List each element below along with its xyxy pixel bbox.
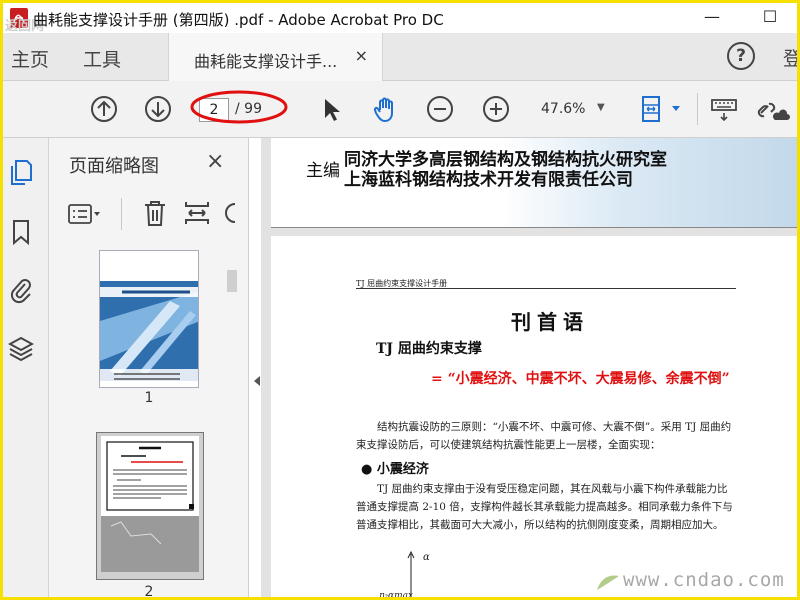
collapse-panel-icon[interactable] bbox=[253, 375, 261, 387]
insert-page-icon[interactable] bbox=[183, 198, 211, 228]
tab-home[interactable]: 主页 bbox=[11, 45, 49, 72]
layers-icon[interactable] bbox=[8, 334, 34, 362]
window-title: 曲耗能支撑设计手册 (第四版) .pdf - Adobe Acrobat Pro… bbox=[33, 11, 444, 29]
rotate-page-icon[interactable] bbox=[223, 200, 237, 226]
select-cursor-icon[interactable] bbox=[316, 94, 346, 124]
tab-bar: 主页 工具 曲耗能支撑设计手... × ? 登 bbox=[3, 33, 797, 81]
attachments-icon[interactable] bbox=[8, 276, 34, 304]
tab-tools[interactable]: 工具 bbox=[83, 45, 121, 72]
slogan: = “小震经济、中震不坏、大震易修、余震不倒” bbox=[431, 371, 730, 387]
document-view: 主编 同济大学多高层钢结构及钢结构抗火研究室 上海蓝科钢结构技术开发有限责任公司… bbox=[261, 138, 797, 600]
panel-divider bbox=[121, 198, 122, 230]
link-cloud-icon[interactable] bbox=[755, 94, 791, 124]
site-logo-icon bbox=[597, 575, 619, 590]
thumbnail-options-icon[interactable] bbox=[67, 202, 101, 226]
bullet-heading-text: 小震经济 bbox=[376, 462, 429, 477]
page-title: 刊首语 bbox=[511, 310, 589, 334]
graph-axis-label: α bbox=[423, 552, 430, 563]
left-icon-rail bbox=[3, 138, 49, 597]
help-button[interactable]: ? bbox=[727, 42, 755, 70]
sub-heading: TJ 屈曲约束支撑 bbox=[376, 341, 482, 357]
tab-document[interactable]: 曲耗能支撑设计手... × bbox=[168, 33, 383, 81]
header-rule bbox=[356, 288, 736, 289]
maximize-button[interactable]: ☐ bbox=[755, 7, 785, 29]
scrollbar-thumb[interactable] bbox=[227, 270, 237, 292]
thumbnail-page-number: 1 bbox=[144, 390, 154, 406]
page-2: TJ 屈曲约束支撑设计手册 刊首语 TJ 屈曲约束支撑 = “小震经济、中震不坏… bbox=[271, 236, 797, 600]
bullet-heading: ● 小震经济 bbox=[361, 458, 429, 477]
page-thumbnail-2-selected[interactable] bbox=[96, 432, 204, 580]
page-thumbnails-icon[interactable] bbox=[8, 158, 34, 186]
toolbar-divider bbox=[697, 93, 698, 125]
title-bar: 返回网 曲耗能支撑设计手册 (第四版) .pdf - Adobe Acrobat… bbox=[3, 3, 797, 34]
page-1-bottom: 主编 同济大学多高层钢结构及钢结构抗火研究室 上海蓝科钢结构技术开发有限责任公司 bbox=[271, 138, 797, 228]
page-2-thumbnail-art bbox=[101, 436, 199, 572]
next-page-icon[interactable] bbox=[143, 94, 173, 124]
thumbnails-panel: 页面缩略图 × 1 2 bbox=[49, 138, 249, 600]
cover-thumbnail-art bbox=[100, 251, 198, 387]
previous-page-icon[interactable] bbox=[89, 94, 119, 124]
site-watermark: www.cndao.com bbox=[623, 569, 785, 591]
delete-page-icon[interactable] bbox=[141, 198, 169, 228]
paragraph-1: 结构抗震设防的三原则：“小震不坏、中震可修、大震不倒”。采用 TJ 屈曲约束支撑… bbox=[356, 421, 732, 451]
close-tab-button[interactable]: × bbox=[355, 46, 368, 65]
editor-line-2: 上海蓝科钢结构技术开发有限责任公司 bbox=[344, 170, 633, 190]
zoom-out-icon[interactable] bbox=[425, 94, 455, 124]
thumbnails-scrollbar[interactable] bbox=[225, 244, 239, 597]
editor-label: 主编 bbox=[306, 161, 340, 181]
toolbar: 2 / 99 47.6% ▼ bbox=[3, 81, 797, 138]
app-window: 返回网 曲耗能支撑设计手册 (第四版) .pdf - Adobe Acrobat… bbox=[0, 0, 800, 600]
fit-page-icon[interactable] bbox=[639, 94, 683, 124]
zoom-in-icon[interactable] bbox=[481, 94, 511, 124]
thumbnails-toolbar bbox=[49, 190, 249, 240]
graph-point-label: η₂αmax bbox=[379, 591, 414, 600]
thumbnails-panel-title: 页面缩略图 bbox=[69, 156, 159, 177]
close-panel-button[interactable]: × bbox=[206, 149, 224, 174]
document-tab-label: 曲耗能支撑设计手... bbox=[194, 52, 338, 71]
minimize-button[interactable]: — bbox=[697, 7, 727, 29]
zoom-dropdown-caret[interactable]: ▼ bbox=[597, 102, 605, 113]
hand-tool-icon[interactable] bbox=[371, 94, 401, 124]
page-thumbnail-1[interactable] bbox=[99, 250, 199, 388]
bullet-dot: ● bbox=[361, 462, 377, 477]
thumbnails-list: 1 2 bbox=[49, 244, 249, 600]
bookmarks-icon[interactable] bbox=[8, 218, 34, 246]
page-thumbnail-2 bbox=[101, 436, 199, 572]
zoom-level[interactable]: 47.6% bbox=[541, 101, 585, 117]
keyboard-icon[interactable] bbox=[709, 94, 739, 124]
paragraph-2: TJ 屈曲约束支撑由于没有受压稳定问题，其在风载与小震下构件承载能力比普通支撑提… bbox=[356, 483, 733, 531]
red-annotation-ellipse bbox=[190, 90, 288, 124]
thumbnail-page-number: 2 bbox=[144, 584, 154, 600]
sign-in-link[interactable]: 登 bbox=[783, 44, 797, 71]
